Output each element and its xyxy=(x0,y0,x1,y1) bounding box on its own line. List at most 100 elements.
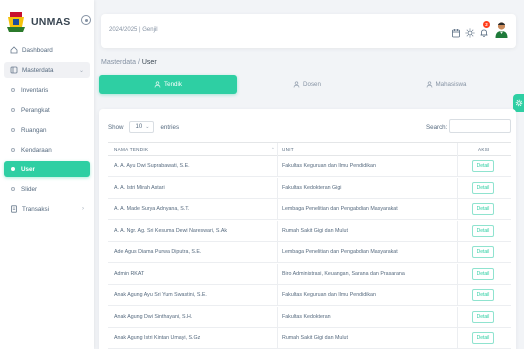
sidebar-item-label: Slider xyxy=(21,185,38,193)
column-divider xyxy=(277,328,278,348)
home-icon xyxy=(9,46,18,55)
sidebar-item-kendaraan[interactable]: Kendaraan xyxy=(4,142,90,158)
column-divider xyxy=(457,220,458,241)
table-row: Anak Agung Ayu Sri Yum Swastini, S.E. Fak… xyxy=(108,285,511,306)
calendar-icon[interactable] xyxy=(451,25,462,38)
detail-button[interactable]: Detail xyxy=(472,181,494,194)
detail-button[interactable]: Detail xyxy=(472,160,494,172)
bullet-icon xyxy=(11,128,15,132)
tab-label: Tendik xyxy=(164,81,182,88)
sidebar-item-ruangan[interactable]: Ruangan xyxy=(4,122,90,138)
cell-nama-tendik: A. A. Ngr. Ag. Sri Kesuma Dewi Nareswari… xyxy=(114,227,228,234)
cell-nama-tendik: Ade Agus Diama Purwa Diputra, S.E. xyxy=(114,249,202,255)
sun-icon[interactable] xyxy=(465,25,476,38)
tab-tendik[interactable]: Tendik xyxy=(99,75,237,94)
gear-icon xyxy=(515,94,523,112)
sidebar-item-user[interactable]: User xyxy=(4,161,90,177)
detail-button[interactable]: Detail xyxy=(472,332,494,344)
cell-nama-tendik: A. A. Made Surya Adnyana, S.T. xyxy=(114,206,190,212)
column-divider xyxy=(457,328,458,348)
cell-unit: Rumah Sakit Gigi dan Mulut xyxy=(282,227,348,234)
cell-unit: Biro Administrasi, Keuangan, Sarana dan … xyxy=(282,270,405,277)
sidebar-item-label: Kendaraan xyxy=(21,146,52,154)
sidebar-item-perangkat[interactable]: Perangkat xyxy=(4,102,90,118)
sidebar: UNMAS Dashboard Masterdata ⌄ Inventaris … xyxy=(0,0,94,349)
sidebar-item-label: Inventaris xyxy=(21,86,49,94)
detail-button[interactable]: Detail xyxy=(472,224,494,237)
sidebar-item-masterdata[interactable]: Masterdata ⌄ xyxy=(4,62,90,78)
tab-label: Dosen xyxy=(303,81,321,88)
entries-value: 10 xyxy=(135,124,143,130)
user-icon xyxy=(293,81,300,88)
user-icon xyxy=(154,81,161,88)
user-type-tabs: Tendik Dosen Mahasiswa xyxy=(99,75,515,94)
sidebar-item-label: Transaksi xyxy=(22,205,50,213)
column-divider xyxy=(277,306,278,327)
cell-unit: Lembaga Penelitian dan Pengabdian Masyar… xyxy=(282,249,398,255)
brand[interactable]: UNMAS xyxy=(6,10,92,34)
column-divider xyxy=(277,199,278,219)
cell-nama-tendik: Anak Agung Ayu Sri Yum Swastini, S.E. xyxy=(114,292,207,298)
avatar[interactable] xyxy=(494,21,509,38)
sort-icon[interactable]: ⌃ xyxy=(271,147,275,153)
detail-button[interactable]: Detail xyxy=(472,267,494,280)
column-divider xyxy=(457,285,458,305)
column-divider xyxy=(277,242,278,262)
sidebar-item-transaksi[interactable]: Transaksi › xyxy=(4,201,90,217)
search-input[interactable] xyxy=(449,119,511,133)
table-row: Ade Agus Diama Purwa Diputra, S.E. Lembag… xyxy=(108,242,511,263)
brand-name: UNMAS xyxy=(31,16,71,28)
bullet-icon xyxy=(11,148,15,152)
search-label: Search: xyxy=(426,124,448,131)
breadcrumb-parent[interactable]: Masterdata / xyxy=(101,59,140,66)
academic-period: 2024/2025 | Genjil xyxy=(109,27,158,33)
bullet-icon xyxy=(11,167,15,171)
chevron-down-icon: ⌄ xyxy=(145,124,150,130)
show-label: Show xyxy=(108,123,124,131)
column-divider xyxy=(457,306,458,327)
breadcrumb-current: User xyxy=(141,59,157,66)
bullet-icon xyxy=(11,108,15,112)
column-divider xyxy=(457,199,458,219)
cell-nama-tendik: Admin RKAT xyxy=(114,270,145,277)
tab-dosen[interactable]: Dosen xyxy=(238,75,376,94)
bullet-icon xyxy=(11,187,15,191)
entries-label: entries xyxy=(160,123,180,131)
column-header-unit[interactable]: UNIT xyxy=(282,143,294,156)
sidebar-item-label: Ruangan xyxy=(21,126,47,134)
table-row: Anak Agung Dwi Sinthayani, S.H. Fakultas … xyxy=(108,306,511,328)
column-header-nama[interactable]: NAMA TENDIK xyxy=(114,143,148,156)
cell-unit: Fakultas Keguruan dan Ilmu Pendidikan xyxy=(282,163,376,169)
sidebar-item-dashboard[interactable]: Dashboard xyxy=(4,42,90,58)
user-icon xyxy=(426,81,433,88)
table-row: A. A. Ayu Dwi Suprabawati, S.E. Fakultas … xyxy=(108,156,511,177)
notification-badge: 2 xyxy=(483,21,490,28)
sidebar-item-label: Perangkat xyxy=(21,106,50,114)
detail-button[interactable]: Detail xyxy=(472,289,494,301)
sidebar-item-inventaris[interactable]: Inventaris xyxy=(4,82,90,98)
tab-label: Mahasiswa xyxy=(435,81,467,88)
entries-select[interactable]: 10 ⌄ xyxy=(129,121,155,133)
detail-button[interactable]: Detail xyxy=(472,246,494,258)
column-divider xyxy=(277,263,278,284)
table-row: A. A. Ngr. Ag. Sri Kesuma Dewi Nareswari… xyxy=(108,220,511,242)
column-divider xyxy=(457,143,458,156)
tab-mahasiswa[interactable]: Mahasiswa xyxy=(377,75,515,94)
sidebar-item-label: User xyxy=(21,165,36,173)
detail-button[interactable]: Detail xyxy=(472,310,494,323)
cell-unit: Lembaga Penelitian dan Pengabdian Masyar… xyxy=(282,206,398,212)
detail-button[interactable]: Detail xyxy=(472,203,494,215)
sidebar-item-slider[interactable]: Slider xyxy=(4,181,90,197)
cell-unit: Fakultas Kedokteran Gigi xyxy=(282,184,342,191)
breadcrumb: Masterdata / User xyxy=(101,59,157,66)
sidebar-item-label: Dashboard xyxy=(22,46,53,54)
column-divider xyxy=(277,177,278,198)
sidebar-collapse-icon[interactable] xyxy=(81,15,91,25)
table-row: A. A. Istri Mirah Astari Fakultas Kedokte… xyxy=(108,177,511,199)
column-divider xyxy=(457,156,458,176)
column-divider xyxy=(457,263,458,284)
table-row: Anak Agung Istri Kintan Umayi, S.Gz Rumah… xyxy=(108,328,511,349)
bullet-icon xyxy=(11,88,15,92)
university-logo-icon xyxy=(6,11,26,33)
cell-nama-tendik: Anak Agung Dwi Sinthayani, S.H. xyxy=(114,313,193,320)
